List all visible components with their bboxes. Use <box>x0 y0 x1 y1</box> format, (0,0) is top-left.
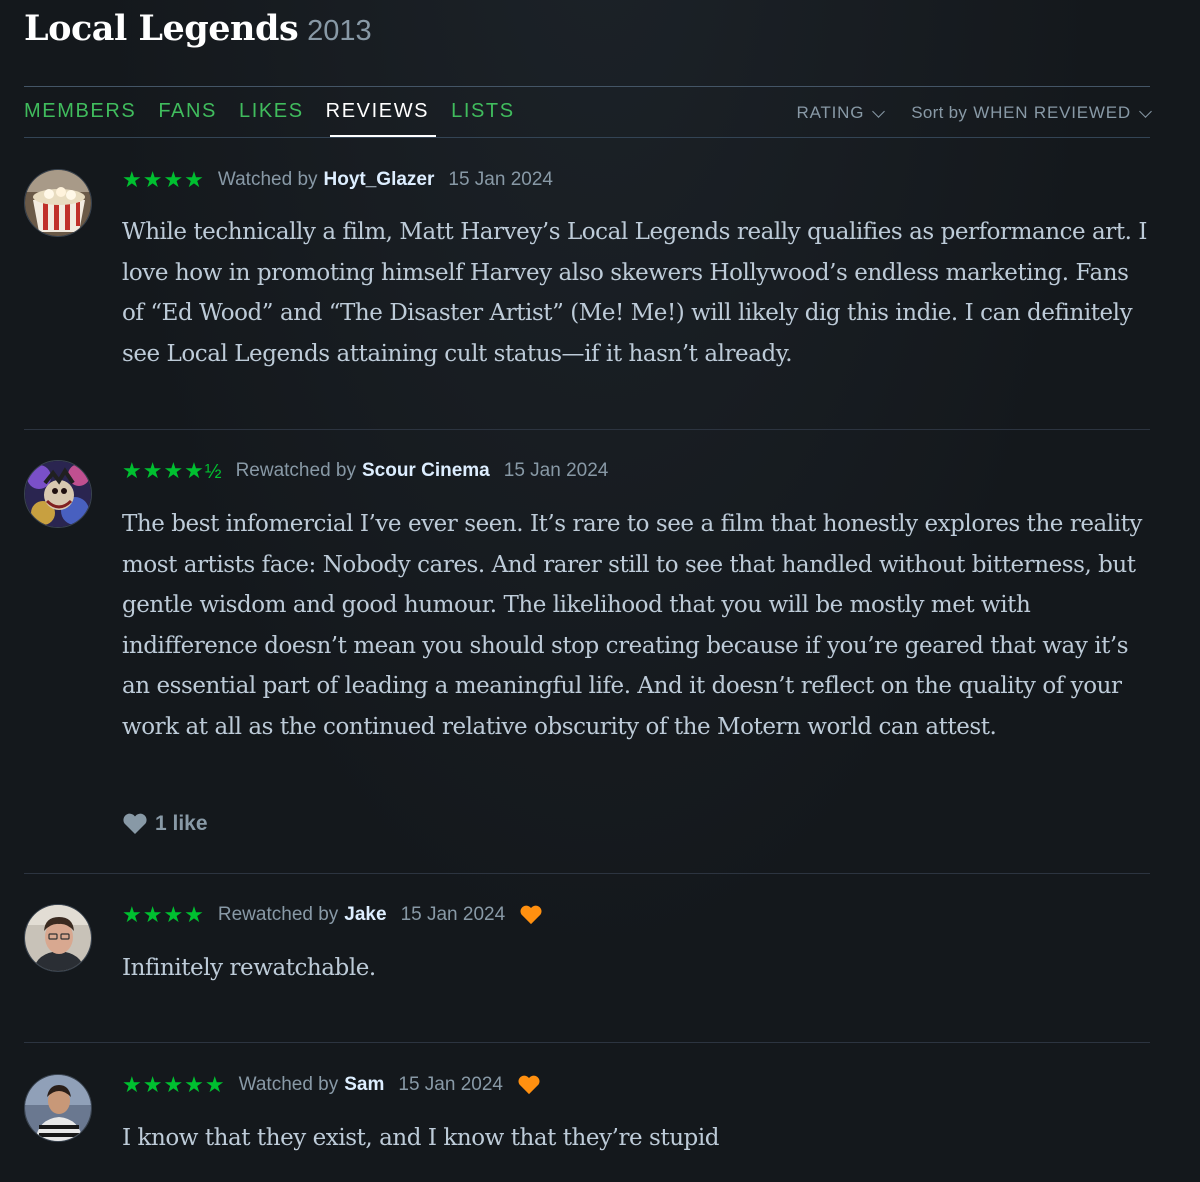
tab-lists[interactable]: LISTS <box>451 100 515 123</box>
avatar[interactable] <box>24 1074 92 1142</box>
review-meta: ★★★★ Watched by Hoyt_Glazer 15 Jan 2024 <box>122 167 567 193</box>
rating-filter-label: RATING <box>796 103 865 122</box>
review-text[interactable]: I know that they exist, and I know that … <box>122 1118 1152 1159</box>
nav-divider-bottom <box>24 137 1150 138</box>
rating-stars: ★★★★ <box>122 902 205 927</box>
liked-heart-icon <box>520 905 542 925</box>
review-meta: ★★★★★ Watched by Sam 15 Jan 2024 <box>122 1072 541 1098</box>
like-button[interactable]: 1 like <box>122 812 208 836</box>
avatar[interactable] <box>24 460 92 528</box>
review-date[interactable]: 15 Jan 2024 <box>448 169 553 191</box>
likes-count: 1 like <box>155 812 208 835</box>
review-text[interactable]: Infinitely rewatchable. <box>122 948 1152 989</box>
watch-action: Rewatched by <box>217 904 339 925</box>
review-date[interactable]: 15 Jan 2024 <box>401 904 506 926</box>
review-text[interactable]: The best infomercial I’ve ever seen. It’… <box>122 504 1152 747</box>
rating-stars: ★★★★ <box>122 167 205 192</box>
rating-stars: ★★★★½ <box>122 458 223 483</box>
sort-dropdown[interactable]: Sort by WHEN REVIEWED <box>911 103 1152 123</box>
heart-icon <box>123 813 147 834</box>
reviewer-name[interactable]: Jake <box>344 904 386 926</box>
film-reviews-page: Local Legends 2013 MEMBERS FANS LIKES RE… <box>0 0 1200 1182</box>
review-divider <box>24 429 1150 430</box>
review-filters: RATING Sort by WHEN REVIEWED <box>796 103 1152 123</box>
review-meta: ★★★★ Rewatched by Jake 15 Jan 2024 <box>122 902 543 928</box>
watch-action: Watched by <box>238 1074 339 1095</box>
review-meta: ★★★★½ Rewatched by Scour Cinema 15 Jan 2… <box>122 458 622 484</box>
avatar[interactable] <box>24 904 92 972</box>
tab-fans[interactable]: FANS <box>158 100 217 123</box>
nav-divider-top <box>24 86 1150 87</box>
tab-members[interactable]: MEMBERS <box>24 100 136 123</box>
review-divider <box>24 873 1150 874</box>
tab-likes[interactable]: LIKES <box>239 100 304 123</box>
review-date[interactable]: 15 Jan 2024 <box>398 1074 503 1096</box>
sort-value: WHEN REVIEWED <box>973 103 1131 122</box>
reviewer-name[interactable]: Hoyt_Glazer <box>324 169 435 191</box>
film-title[interactable]: Local Legends <box>24 8 299 49</box>
watch-action: Watched by <box>217 169 318 190</box>
review-divider <box>24 1042 1150 1043</box>
reviewer-name[interactable]: Scour Cinema <box>362 460 490 482</box>
rating-stars: ★★★★★ <box>122 1072 226 1097</box>
tab-reviews[interactable]: REVIEWS <box>326 100 429 123</box>
film-year[interactable]: 2013 <box>307 15 372 48</box>
rating-filter-dropdown[interactable]: RATING <box>796 103 886 123</box>
review-date[interactable]: 15 Jan 2024 <box>504 460 609 482</box>
chevron-down-icon <box>1139 104 1152 118</box>
watch-action: Rewatched by <box>235 460 356 481</box>
reviewer-name[interactable]: Sam <box>344 1074 384 1096</box>
chevron-down-icon <box>872 104 886 118</box>
review-text[interactable]: While technically a film, Matt Harvey’s … <box>122 212 1152 374</box>
sort-prefix: Sort by <box>911 103 968 122</box>
liked-heart-icon <box>518 1075 540 1095</box>
avatar[interactable] <box>24 169 92 237</box>
film-header: Local Legends 2013 <box>24 8 372 49</box>
section-tabs: MEMBERS FANS LIKES REVIEWS LISTS <box>24 100 537 123</box>
